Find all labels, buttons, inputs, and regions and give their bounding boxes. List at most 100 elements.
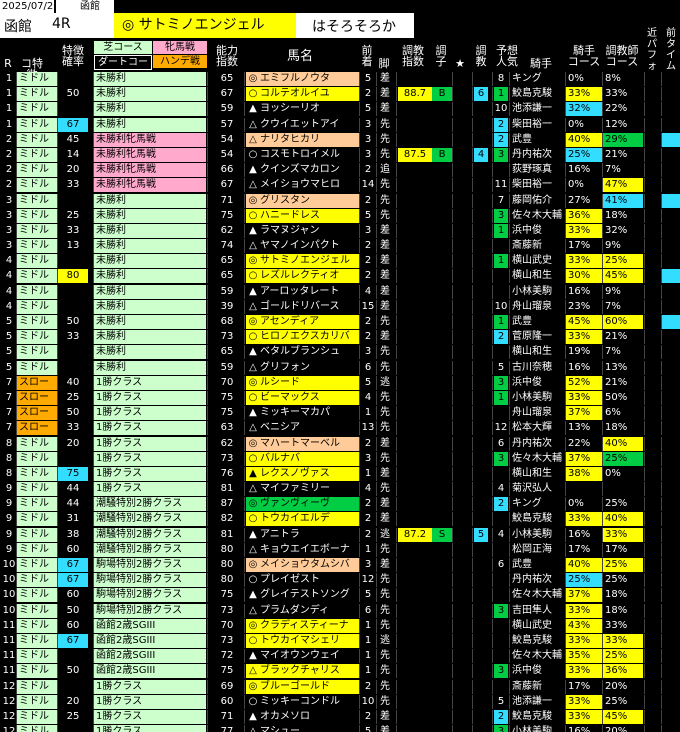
race-row[interactable]: 3 ミドル 25 未勝利 75 ○ ハニードレス 5 先 3 佐々木大輔 36% 18% <box>0 208 680 224</box>
race-row[interactable]: 3 ミドル 33 未勝利 62 ▲ ラマヌジャン 3 差 1 浜中俊 33% 32% <box>0 223 680 239</box>
jockey-name: 斎藤新 <box>512 240 542 252</box>
race-row[interactable]: 10 ミドル 67 駒場特別2勝クラス 80 ◎ メイショウタムシバ 3 差 6 武豊 40% 25% <box>0 558 680 573</box>
jockey-name: 柴田裕一 <box>512 118 552 130</box>
column-divider <box>472 527 473 542</box>
running-style: 差 <box>380 103 390 115</box>
race-row[interactable]: 9 ミドル 44 1勝クラス 81 △ マイファミリー 4 先 4 菊沢弘人 <box>0 482 680 497</box>
column-divider <box>376 512 377 527</box>
training-condition <box>432 467 452 481</box>
race-row[interactable]: 2 ミドル 33 未勝利牝馬戦 67 △ メイショウマヒロ 14 先 11 柴田裕一 0% 47% <box>0 178 680 193</box>
race-row[interactable]: 4 ミドル 未勝利 59 ▲ アーロッタレート 4 差小林美駒 16% 9% <box>0 284 680 300</box>
jockey-name: 鮫島克駿 <box>512 88 552 100</box>
race-row[interactable]: 2 ミドル 20 未勝利牝馬戦 66 ▲ クインズマカロン 2 追荻野琢真 16% 7% <box>0 163 680 178</box>
race-row[interactable]: 4 ミドル 80 未勝利 65 ○ レズルレクティオ 2 差横山和生 30% 45% <box>0 269 680 284</box>
race-row[interactable]: 8 ミドル 75 1勝クラス 76 ▲ レクスノヴァス 1 差横山和生 38% 0% <box>0 466 680 482</box>
race-row[interactable]: 7 スロー 50 1勝クラス 75 ▲ ミッキーマカパ 1 先舟山瑠泉 37% 6% <box>0 406 680 421</box>
race-row[interactable]: 4 ミドル 未勝利 39 △ ゴールドリバース 15 差 10 舟山瑠泉 23% 7% <box>0 299 680 315</box>
column-divider <box>644 558 645 572</box>
training-star <box>474 269 488 283</box>
race-row[interactable]: 5 ミドル 33 未勝利 73 ○ ヒロノエクスカリバ 2 差 2 菅原隆一 33% 21% <box>0 330 680 345</box>
race-row[interactable]: 2 ミドル 14 未勝利牝馬戦 54 ○ コスモトロイメル 3 先 87.5 B 4 3 丹内祐次 25% 2… <box>0 147 680 163</box>
race-row[interactable]: 1 ミドル 50 未勝利 67 ○ コルテオルイユ 2 差 88.7 B 6 1 鮫島克駿 33% 33% <box>0 87 680 102</box>
race-row[interactable]: 8 ミドル 20 1勝クラス 62 ◎ マハートマーベル 2 差 6 丹内祐次 22% 40% <box>0 436 680 452</box>
column-divider <box>602 542 603 557</box>
training-star <box>474 497 488 511</box>
trainer-course-rate: 47% <box>603 178 643 193</box>
column-divider <box>57 132 58 147</box>
race-row[interactable]: 5 ミドル 50 未勝利 68 ◎ アセンディア 2 先 1 武豊 45% 60% <box>0 315 680 330</box>
race-class: 1勝クラス <box>94 406 206 421</box>
race-row[interactable]: 1 ミドル 未勝利 65 ◎ エミフルノウタ 5 差 8 キング 0% 8% <box>0 72 680 87</box>
recent-time-marker <box>662 361 680 375</box>
column-divider <box>16 360 17 375</box>
race-row[interactable]: 12 ミドル 20 1勝クラス 60 ○ ミッキーコンドル 10 先 5 池添謙一 33% 25% <box>0 694 680 710</box>
column-divider <box>509 132 510 147</box>
predicted-popularity <box>494 163 508 177</box>
race-row[interactable]: 10 ミドル 60 駒場特別2勝クラス 75 ▲ グレイテストソング 5 先佐々木大輔 37% 18… <box>0 588 680 603</box>
race-row[interactable]: 9 ミドル 44 潮騒特別2勝クラス 87 ◎ ヴァンヴィーヴ 2 差 2 キング 0% 25% <box>0 497 680 512</box>
column-divider <box>452 299 453 314</box>
race-row[interactable]: 12 ミドル 1勝クラス 69 ◎ ブルーゴールド 2 先斎藤新 17% 20% <box>0 679 680 695</box>
race-row[interactable]: 10 ミドル 67 駒場特別2勝クラス 80 ○ プレイゼスト 12 先丹内祐次 25% 25% <box>0 573 680 588</box>
column-divider <box>644 527 645 542</box>
column-divider <box>644 87 645 102</box>
column-divider <box>359 178 360 193</box>
jockey-name: 浜中俊 <box>512 376 542 388</box>
column-divider <box>565 588 566 603</box>
column-divider <box>492 315 493 329</box>
jockey-name: 浜中俊 <box>512 665 542 677</box>
column-divider <box>244 163 245 178</box>
race-row[interactable]: 3 ミドル 未勝利 71 ◎ グリスタン 2 先 7 藤岡佑介 27% 41% <box>0 193 680 209</box>
column-divider <box>509 178 510 193</box>
race-number: 3 <box>5 209 13 221</box>
ability-index: 65 <box>220 346 234 358</box>
race-row[interactable]: 9 ミドル 38 潮騒特別2勝クラス 81 ▲ アニトラ 2 逃 87.2 S 5 4 小林美駒 16% 33… <box>0 527 680 543</box>
training-condition <box>432 695 452 709</box>
race-row[interactable]: 4 ミドル 未勝利 65 ◎ サトミノエンジェル 2 差 1 横山武史 33% 25% <box>0 254 680 269</box>
column-divider <box>57 679 58 694</box>
race-number: 12 <box>2 680 16 692</box>
column-divider <box>16 147 17 162</box>
race-row[interactable]: 12 ミドル 25 1勝クラス 71 ▲ オカメソロ 2 差 2 鮫島克駿 33% 45% <box>0 709 680 725</box>
race-row[interactable]: 1 ミドル 未勝利 59 ▲ ヨッシーリオ 5 差 10 池添謙一 32% 22% <box>0 102 680 117</box>
honmei-mark: ◎ <box>122 17 135 33</box>
column-divider <box>509 375 510 390</box>
ability-index: 62 <box>220 437 234 449</box>
previous-finish: 2 <box>364 513 372 525</box>
race-number: 8 <box>5 437 13 449</box>
column-divider <box>244 527 245 542</box>
race-row[interactable]: 9 ミドル 31 潮騒特別2勝クラス 82 ○ トウカイエルデ 2 差鮫島克駿 33% 40% <box>0 512 680 527</box>
column-divider <box>93 633 94 648</box>
race-row[interactable]: 7 スロー 40 1勝クラス 70 ◎ ルシード 5 逃 3 浜中俊 52% 21% <box>0 375 680 391</box>
column-divider <box>57 451 58 466</box>
venue-tab[interactable]: 函館 <box>56 0 114 13</box>
race-row[interactable]: 5 ミドル 未勝利 65 ▲ ベタルブランシュ 3 先横山和生 19% 7% <box>0 345 680 360</box>
column-divider <box>16 330 17 345</box>
horse-name: ブラックチャリス <box>260 664 360 679</box>
column-divider <box>452 315 453 329</box>
column-divider <box>661 497 662 512</box>
race-row[interactable]: 11 ミドル 函館2歳SGIII 72 ▲ マイオウンウェイ 1 先佐々木大輔 35% 25% <box>0 649 680 664</box>
column-divider <box>472 299 473 314</box>
recent-time-marker <box>662 649 680 663</box>
race-row[interactable]: 11 ミドル 60 函館2歳SGIII 70 ◎ クラディスティーナ 1 先横山武史 43% 33% <box>0 618 680 634</box>
race-row[interactable]: 12 ミドル 1勝クラス 77 △ マシュー 5 差 3 小林美駒 16% 20% <box>0 725 680 732</box>
race-row[interactable]: 2 ミドル 45 未勝利牝馬戦 54 △ ナリタヒカリ 3 先 2 武豊 40% 29% <box>0 132 680 148</box>
race-row[interactable]: 3 ミドル 13 未勝利 74 △ ヤマノインパクト 2 差斎藤新 17% 9% <box>0 239 680 254</box>
race-row[interactable]: 7 スロー 25 1勝クラス 75 ○ ビーマックス 4 先 1 小林美駒 33% 50% <box>0 390 680 406</box>
race-row[interactable]: 8 ミドル 1勝クラス 73 ○ バルナバ 3 先 3 佐々木大輔 37% 25% <box>0 451 680 467</box>
race-row[interactable]: 11 ミドル 67 函館2歳SGIII 73 ○ トウカイマシェリ 1 逃鮫島克駿 33% 33% <box>0 633 680 649</box>
training-star <box>474 254 488 268</box>
race-row[interactable]: 1 ミドル 67 未勝利 57 △ クウイエットアイ 3 先 2 柴田裕一 0% 12% <box>0 117 680 133</box>
column-divider <box>359 223 360 238</box>
race-row[interactable]: 7 スロー 33 1勝クラス 63 △ ベニシア 13 先 12 松本大輝 13% 18% <box>0 421 680 436</box>
race-row[interactable]: 11 ミドル 50 函館2歳SGIII 75 △ ブラックチャリス 1 先 3 浜中俊 33% 36% <box>0 664 680 679</box>
column-divider <box>472 208 473 223</box>
column-divider <box>244 482 245 497</box>
column-divider <box>93 390 94 405</box>
race-row[interactable]: 9 ミドル 60 潮騒特別2勝クラス 80 △ キョウエイエボーナ 1 先松岡正海 17% 17% <box>0 542 680 558</box>
race-row[interactable]: 5 ミドル 未勝利 59 △ グリフォン 6 先 5 古川奈穂 16% 13% <box>0 360 680 376</box>
race-row[interactable]: 10 ミドル 50 駒場特別2勝クラス 73 △ プラムダンディ 6 先 3 吉田隼人 33% 18% <box>0 603 680 619</box>
column-divider <box>492 223 493 238</box>
column-divider <box>452 558 453 572</box>
